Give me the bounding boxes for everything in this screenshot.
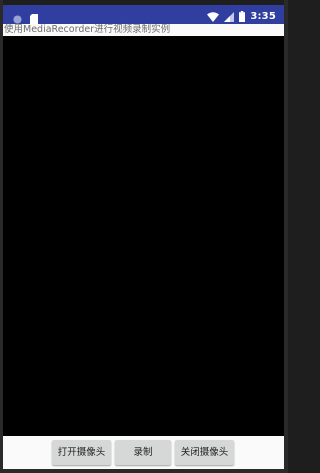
status-bar: 3:35	[3, 5, 284, 24]
device-frame-bottom	[0, 469, 288, 473]
status-time: 3:35	[250, 11, 276, 22]
app-header: 使用MediaRecorder进行视频录制实例	[3, 24, 284, 36]
close-camera-button[interactable]: 关闭摄像头	[175, 440, 234, 465]
record-button[interactable]: 录制	[115, 440, 171, 465]
button-bar: 打开摄像头 录制 关闭摄像头	[3, 436, 284, 469]
device-frame-right	[284, 0, 288, 473]
page-title: 使用MediaRecorder进行视频录制实例	[4, 24, 171, 35]
open-camera-button[interactable]: 打开摄像头	[52, 440, 111, 465]
camera-preview-surface	[3, 36, 284, 436]
